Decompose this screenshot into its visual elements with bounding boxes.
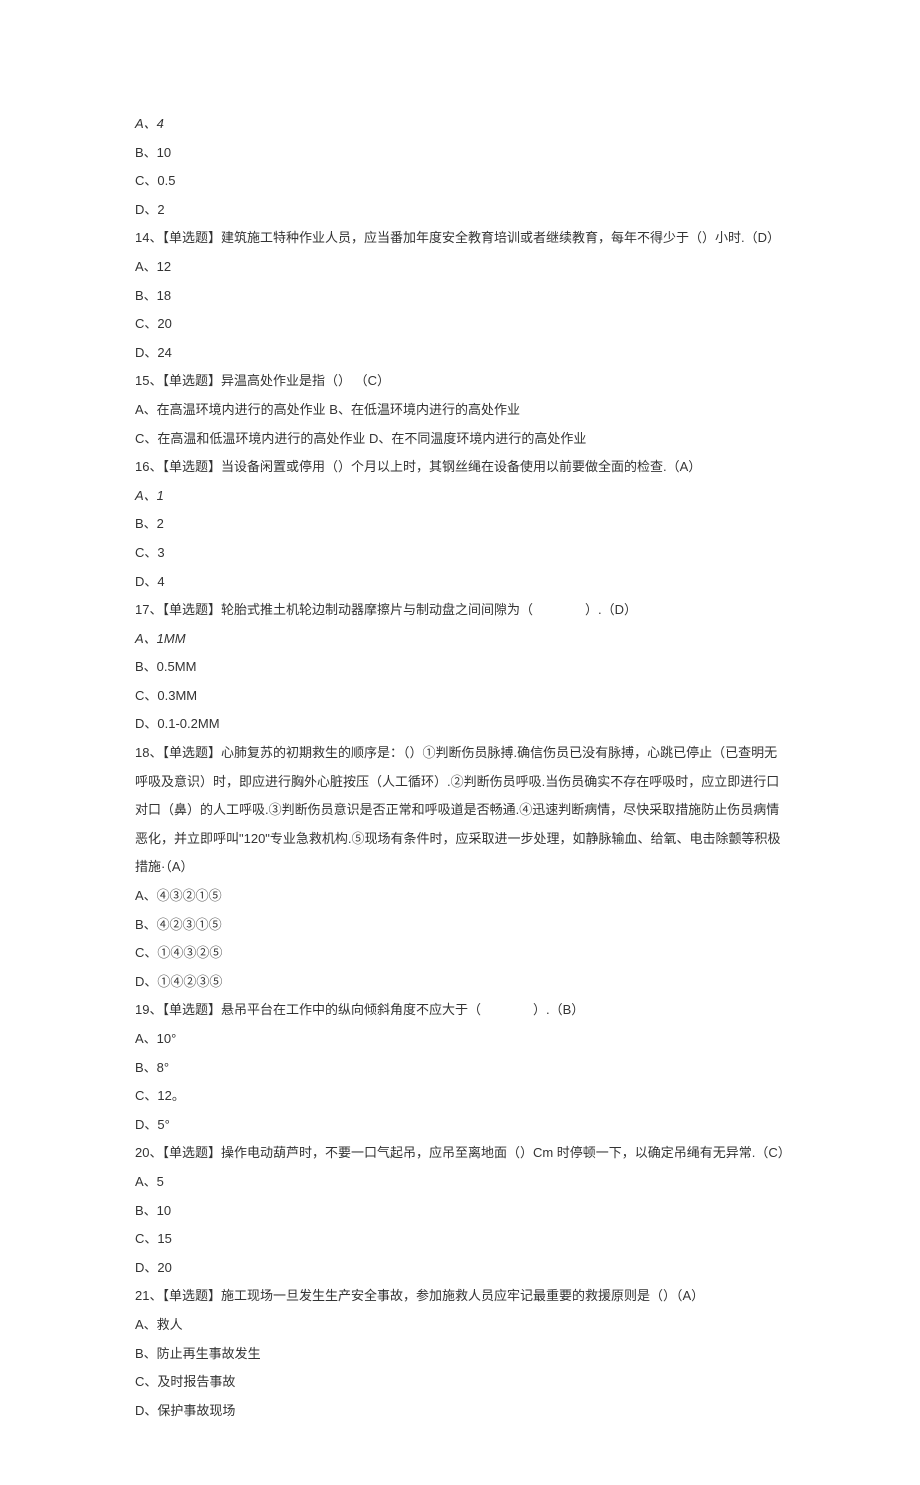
text-line: 19、【单选题】悬吊平台在工作中的纵向倾斜角度不应大于（ ）.（B） [135, 996, 785, 1025]
text-line: C、12。 [135, 1082, 785, 1111]
document-content: A、4B、10C、0.5D、214、【单选题】建筑施工特种作业人员，应当番加年度… [135, 110, 785, 1425]
text-line: 18、【单选题】心肺复苏的初期救生的顺序是：（）①判断伤员脉搏.确信伤员已没有脉… [135, 739, 785, 882]
text-line: C、20 [135, 310, 785, 339]
text-line: C、①④③②⑤ [135, 939, 785, 968]
text-line: D、①④②③⑤ [135, 968, 785, 997]
text-line: 15、【单选题】异温高处作业是指（） （C） [135, 367, 785, 396]
text-line: 16、【单选题】当设备闲置或停用（）个月以上时，其钢丝绳在设备使用以前要做全面的… [135, 453, 785, 482]
text-line: D、24 [135, 339, 785, 368]
text-line: C、3 [135, 539, 785, 568]
text-line: 20、【单选题】操作电动葫芦时，不要一口气起吊，应吊至离地面（）Cm 时停顿一下… [135, 1139, 785, 1196]
text-line: D、0.1-0.2MM [135, 710, 785, 739]
text-line: C、0.5 [135, 167, 785, 196]
text-line: D、保护事故现场 [135, 1397, 785, 1426]
text-line: 17、【单选题】轮胎式推土机轮边制动器摩擦片与制动盘之间间隙为（ ）.（D） [135, 596, 785, 625]
text-line: A、10° [135, 1025, 785, 1054]
text-line: A、1 [135, 482, 785, 511]
text-line: A、在高温环境内进行的高处作业 B、在低温环境内进行的高处作业 [135, 396, 785, 425]
text-line: B、10 [135, 139, 785, 168]
text-line: A、1MM [135, 625, 785, 654]
text-line: B、8° [135, 1054, 785, 1083]
text-line: B、10 [135, 1197, 785, 1226]
text-line: B、0.5MM [135, 653, 785, 682]
text-line: B、2 [135, 510, 785, 539]
text-line: D、5° [135, 1111, 785, 1140]
text-line: B、防止再生事故发生 [135, 1340, 785, 1369]
text-line: B、18 [135, 282, 785, 311]
text-line: C、及时报告事故 [135, 1368, 785, 1397]
text-line: C、0.3MM [135, 682, 785, 711]
text-line: C、在高温和低温环境内进行的高处作业 D、在不同温度环境内进行的高处作业 [135, 425, 785, 454]
text-line: A、12 [135, 253, 785, 282]
text-line: A、救人 [135, 1311, 785, 1340]
text-line: A、④③②①⑤ [135, 882, 785, 911]
text-line: 21、【单选题】施工现场一旦发生生产安全事故，参加施救人员应牢记最重要的救援原则… [135, 1282, 785, 1311]
text-line: D、2 [135, 196, 785, 225]
text-line: D、4 [135, 568, 785, 597]
text-line: D、20 [135, 1254, 785, 1283]
text-line: B、④②③①⑤ [135, 911, 785, 940]
text-line: A、4 [135, 110, 785, 139]
text-line: 14、【单选题】建筑施工特种作业人员，应当番加年度安全教育培训或者继续教育，每年… [135, 224, 785, 253]
text-line: C、15 [135, 1225, 785, 1254]
